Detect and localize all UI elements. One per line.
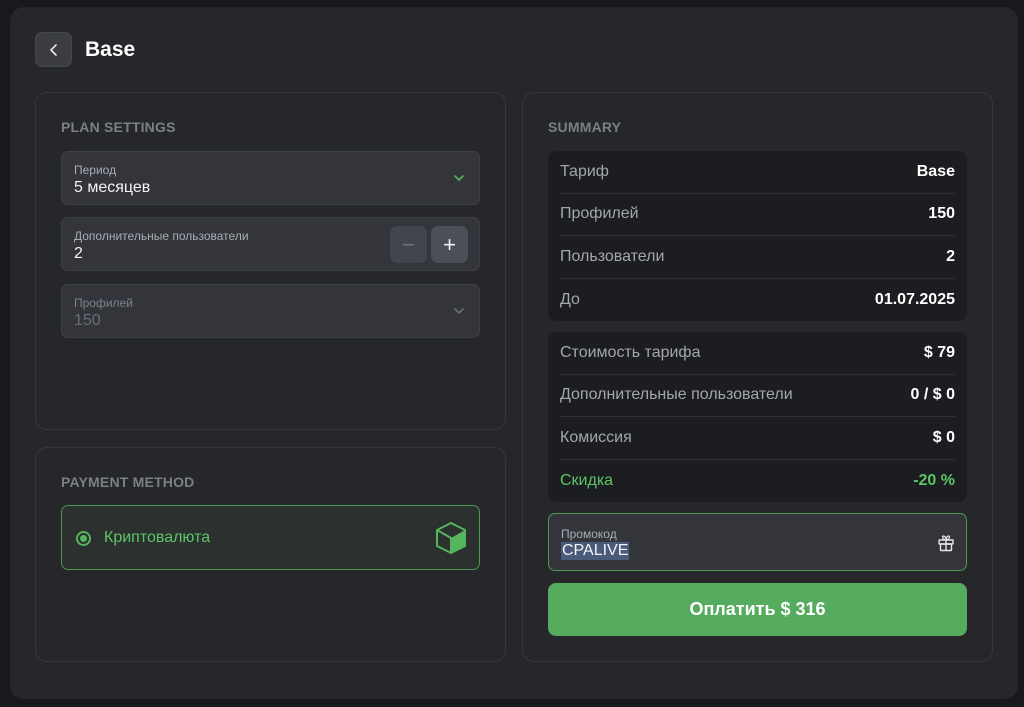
chevron-down-icon: [454, 308, 464, 314]
summary-row: Профилей 150: [560, 194, 955, 236]
radio-selected[interactable]: [76, 531, 91, 546]
chevron-down-icon: [454, 175, 464, 181]
decrement-button[interactable]: −: [390, 226, 427, 263]
summary-details: Тариф Base Профилей 150 Пользователи 2 Д…: [548, 151, 967, 321]
back-button[interactable]: [35, 32, 72, 67]
row-key: Стоимость тарифа: [560, 343, 701, 361]
period-label: Период: [74, 163, 117, 177]
pay-button[interactable]: Оплатить $ 316: [548, 583, 967, 636]
cube-icon: [436, 522, 466, 554]
promo-label: Промокод: [561, 527, 617, 541]
profiles-label: Профилей: [74, 296, 133, 310]
payment-method-heading: PAYMENT METHOD: [61, 474, 195, 490]
promo-value[interactable]: CPALIVE: [561, 542, 630, 560]
row-value: 2: [946, 247, 955, 265]
cost-row: Стоимость тарифа $ 79: [560, 332, 955, 375]
cost-row: Комиссия $ 0: [560, 417, 955, 460]
row-key: Тариф: [560, 162, 609, 180]
row-key: До: [560, 290, 580, 308]
row-value: Base: [916, 162, 955, 180]
row-key: Пользователи: [560, 247, 665, 265]
row-value: -20 %: [913, 471, 955, 489]
row-value: 0 / $ 0: [910, 386, 955, 404]
row-key: Профилей: [560, 205, 639, 223]
row-value: 150: [928, 205, 955, 223]
summary-row: До 01.07.2025: [560, 279, 955, 322]
discount-row: Скидка -20 %: [560, 460, 955, 503]
checkout-window: Base PLAN SETTINGS Период 5 месяцев Допо…: [10, 7, 1018, 699]
summary-heading: SUMMARY: [548, 119, 622, 135]
payment-option-crypto[interactable]: Криптовалюта: [61, 505, 480, 570]
payment-method-panel: PAYMENT METHOD Криптовалюта: [35, 447, 506, 662]
promo-code-input[interactable]: Промокод CPALIVE: [548, 513, 967, 571]
row-value: $ 0: [932, 428, 955, 446]
period-value: 5 месяцев: [74, 179, 151, 196]
plan-settings-heading: PLAN SETTINGS: [61, 119, 176, 135]
gift-icon[interactable]: [937, 534, 955, 552]
row-key: Дополнительные пользователи: [560, 386, 793, 404]
extra-users-stepper: − +: [390, 226, 468, 263]
summary-row: Пользователи 2: [560, 236, 955, 279]
chevron-left-icon: [49, 43, 57, 56]
page-header: Base: [35, 32, 135, 67]
page-title: Base: [85, 37, 136, 61]
cost-row: Дополнительные пользователи 0 / $ 0: [560, 375, 955, 417]
profiles-value: 150: [74, 312, 101, 329]
row-value: $ 79: [923, 343, 955, 361]
plan-settings-panel: PLAN SETTINGS Период 5 месяцев Дополните…: [35, 92, 506, 430]
extra-users-field[interactable]: Дополнительные пользователи 2 − +: [61, 217, 480, 271]
summary-panel: SUMMARY Тариф Base Профилей 150 Пользова…: [522, 92, 993, 662]
row-value: 01.07.2025: [874, 290, 955, 308]
extra-users-label: Дополнительные пользователи: [74, 229, 249, 243]
summary-row: Тариф Base: [560, 151, 955, 194]
cost-breakdown: Стоимость тарифа $ 79 Дополнительные пол…: [548, 332, 967, 502]
period-select[interactable]: Период 5 месяцев: [61, 151, 480, 205]
payment-option-label: Криптовалюта: [104, 529, 211, 546]
profiles-select[interactable]: Профилей 150: [61, 284, 480, 338]
extra-users-value: 2: [74, 245, 83, 262]
row-key: Комиссия: [560, 428, 632, 446]
increment-button[interactable]: +: [431, 226, 468, 263]
row-key: Скидка: [560, 471, 614, 489]
